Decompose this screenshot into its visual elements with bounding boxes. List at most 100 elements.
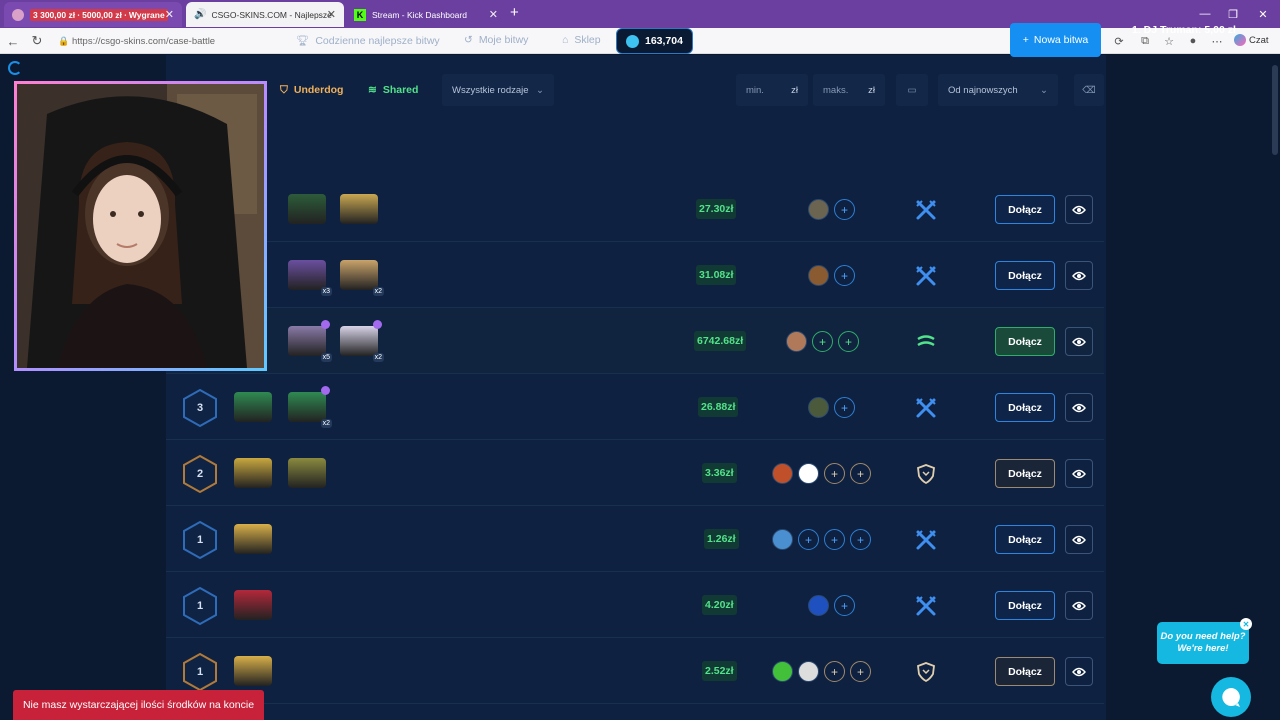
new-tab-button[interactable]: + [510,4,519,21]
join-button[interactable]: Dołącz [995,327,1055,356]
case-image: x5 [288,320,332,362]
coin-icon [626,34,639,48]
special-badge-icon [321,386,330,395]
join-button[interactable]: Dołącz [995,393,1055,422]
battle-price: 6742.68zł [694,331,747,351]
case-multiplier: x2 [320,419,332,428]
max-price-input[interactable]: maks. zł [813,74,885,106]
battle-price: 27.30zł [696,199,737,219]
join-button[interactable]: Dołącz [995,657,1055,686]
filter-label: Shared [382,84,419,96]
audio-icon[interactable]: 🔊 [194,9,206,20]
clear-filters-button[interactable]: ⌫ [1074,74,1104,106]
type-select[interactable]: Wszystkie rodzaje ⌄ [442,74,554,106]
view-battle-button[interactable] [1065,393,1093,422]
join-slot-plus-icon[interactable]: + [850,661,871,682]
battle-row: 27.30zł + Dołącz [166,176,1104,242]
swords-mode-icon [914,594,938,618]
player-avatar [808,199,829,220]
join-slot-plus-icon[interactable]: + [812,331,833,352]
close-help-icon[interactable]: ✕ [1240,618,1252,630]
loading-spinner-icon [8,61,22,75]
join-slot-plus-icon[interactable]: + [834,595,855,616]
new-battle-label: Nowa bitwa [1033,34,1089,46]
nav-label: Sklep [574,34,601,46]
tab-favicon-icon [12,8,24,21]
join-slot-plus-icon[interactable]: + [850,529,871,550]
scrollbar[interactable] [1270,55,1280,720]
chat-button[interactable] [1211,677,1251,717]
close-tab-icon[interactable]: ✕ [327,8,336,21]
join-button[interactable]: Dołącz [995,591,1055,620]
special-badge-icon [373,320,382,329]
player-avatar [786,331,807,352]
join-button[interactable]: Dołącz [995,195,1055,224]
new-battle-button[interactable]: + Nowa bitwa [1010,23,1101,57]
battle-price: 4.20zł [702,595,737,615]
round-count: 1 [196,534,204,546]
nav-my-battles[interactable]: ↺ Moje bitwy [464,34,528,46]
shared-icon: ≋ [368,84,377,96]
close-window-icon[interactable]: ✕ [1246,0,1280,28]
calendar-button[interactable]: ▭ [896,74,928,106]
filter-bar: ⛉ Underdog ≋ Shared Wszystkie rodzaje ⌄ … [166,74,1106,108]
join-slot-plus-icon[interactable]: + [834,199,855,220]
join-button[interactable]: Dołącz [995,525,1055,554]
join-button[interactable]: Dołącz [995,261,1055,290]
view-battle-button[interactable] [1065,327,1093,356]
min-price-input[interactable]: min. zł [736,74,808,106]
battle-price: 2.52zł [702,661,737,681]
case-image: x2 [340,320,384,362]
nav-label: Codzienne najlepsze bitwy [315,34,440,47]
shield-icon: ⛉ [280,83,288,96]
view-battle-button[interactable] [1065,195,1093,224]
join-slot-plus-icon[interactable]: + [824,661,845,682]
view-battle-button[interactable] [1065,525,1093,554]
view-battle-button[interactable] [1065,261,1093,290]
copilot-button[interactable]: Czat [1234,34,1269,46]
case-image [234,656,272,686]
help-bubble[interactable]: Do you need help? We're here! [1157,622,1249,664]
underdog-mode-icon [914,462,938,486]
join-button[interactable]: Dołącz [995,459,1055,488]
case-image [288,194,326,224]
join-slot-plus-icon[interactable]: + [850,463,871,484]
join-slot-plus-icon[interactable]: + [834,265,855,286]
join-slot-plus-icon[interactable]: + [824,463,845,484]
filter-shared[interactable]: ≋ Shared [368,74,418,106]
filter-label: Underdog [293,84,344,96]
lock-icon: 🔒 [58,35,70,46]
round-count: 1 [196,600,204,612]
top-nav: 🏆︎ Codzienne najlepsze bitwy ↺ Moje bitw… [166,22,1106,68]
scrollbar-thumb[interactable] [1272,65,1278,155]
battle-price: 1.26zł [704,529,739,549]
tab-wygrane[interactable]: 3 300,00 zł ∙ 5000,00 zł ∙ Wygrane ✕ [4,2,182,27]
nav-shop[interactable]: ⌂ Sklep [562,34,601,46]
refresh-icon[interactable]: ⟳ [1110,32,1128,50]
player-avatar [808,265,829,286]
view-battle-button[interactable] [1065,459,1093,488]
close-tab-icon[interactable]: ✕ [489,8,498,21]
close-tab-icon[interactable]: ✕ [165,8,174,21]
tab-label: CSGO-SKINS.COM - Najlepsze [211,9,332,20]
swords-mode-icon [914,264,938,288]
max-placeholder: maks. [823,84,849,96]
filter-underdog[interactable]: ⛉ Underdog [280,74,343,106]
join-slot-plus-icon[interactable]: + [838,331,859,352]
balance-badge[interactable]: 163,704 [616,28,693,54]
reload-icon[interactable]: ↻ [28,32,46,50]
round-count: 1 [196,666,204,678]
view-battle-button[interactable] [1065,657,1093,686]
leaderboard-top: 1. DJ Truman: 5,00 zł [1132,24,1236,36]
case-image [288,458,326,488]
eye-icon [1072,205,1086,214]
case-image: x2 [288,386,332,428]
nav-daily-best[interactable]: 🏆︎ Codzienne najlepsze bitwy [296,34,440,48]
back-icon[interactable]: ← [4,32,22,50]
special-badge-icon [321,320,330,329]
sort-select[interactable]: Od najnowszych ⌄ [938,74,1058,106]
join-slot-plus-icon[interactable]: + [824,529,845,550]
view-battle-button[interactable] [1065,591,1093,620]
join-slot-plus-icon[interactable]: + [834,397,855,418]
join-slot-plus-icon[interactable]: + [798,529,819,550]
